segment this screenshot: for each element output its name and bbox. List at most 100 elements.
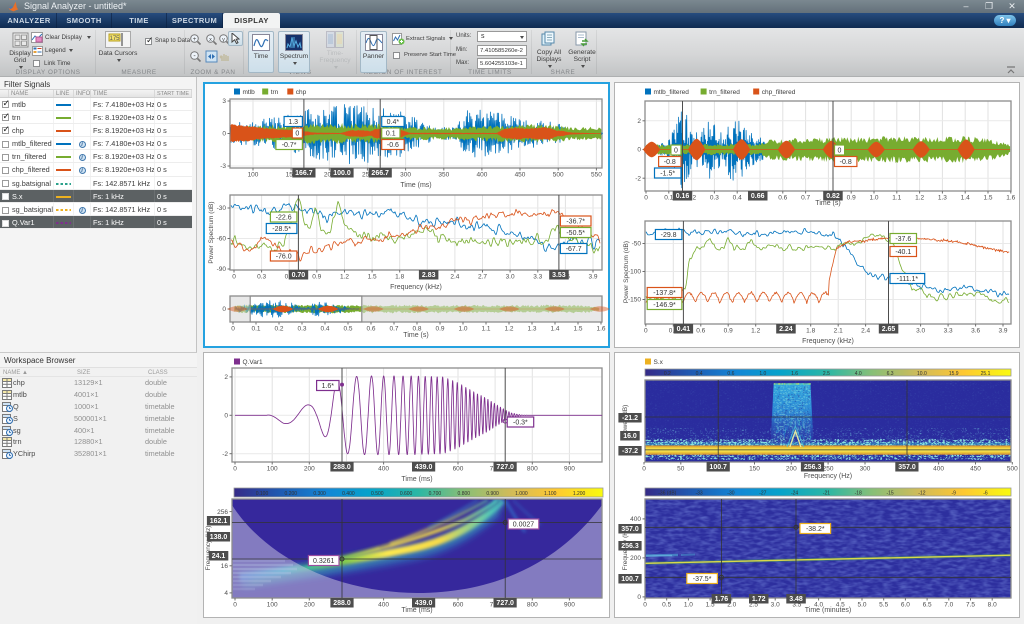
svg-text:0: 0 <box>644 195 648 202</box>
svg-text:256: 256 <box>217 509 228 516</box>
svg-text:0.41: 0.41 <box>677 326 691 333</box>
svg-text:1.3: 1.3 <box>938 195 947 202</box>
svg-text:138.0: 138.0 <box>210 534 228 541</box>
svg-text:0.6: 0.6 <box>696 328 705 335</box>
svg-text:0.5: 0.5 <box>662 602 671 609</box>
svg-text:8.0: 8.0 <box>988 602 997 609</box>
svg-text:Frequency (kHz): Frequency (kHz) <box>390 284 442 291</box>
svg-text:0: 0 <box>233 466 237 473</box>
svg-text:-2: -2 <box>635 175 641 182</box>
svg-text:1.4: 1.4 <box>550 326 559 333</box>
svg-text:0: 0 <box>674 147 678 154</box>
svg-text:1.5: 1.5 <box>983 195 992 202</box>
svg-text:-3: -3 <box>220 163 226 170</box>
svg-text:1.4: 1.4 <box>961 195 970 202</box>
svg-text:0.3: 0.3 <box>297 326 306 333</box>
svg-text:0.2: 0.2 <box>274 326 283 333</box>
svg-text:0.3: 0.3 <box>257 274 266 281</box>
svg-text:0.6: 0.6 <box>778 195 787 202</box>
svg-text:300: 300 <box>860 466 871 473</box>
svg-text:0: 0 <box>838 147 842 154</box>
svg-text:0: 0 <box>637 147 641 154</box>
svg-text:-29.8: -29.8 <box>661 232 677 239</box>
svg-text:Time (ms): Time (ms) <box>401 607 432 614</box>
svg-text:7.0: 7.0 <box>944 602 953 609</box>
svg-text:100: 100 <box>248 172 259 179</box>
svg-text:-18: -18 <box>855 491 862 497</box>
svg-text:mtlb_filtered: mtlb_filtered <box>654 89 690 96</box>
svg-text:-76.0: -76.0 <box>276 253 292 260</box>
svg-text:2.65: 2.65 <box>882 326 896 333</box>
svg-text:439.0: 439.0 <box>415 600 433 607</box>
svg-text:350: 350 <box>438 172 449 179</box>
svg-text:0: 0 <box>231 326 235 333</box>
svg-text:2.83: 2.83 <box>422 272 436 279</box>
svg-text:400: 400 <box>378 466 389 473</box>
svg-text:0: 0 <box>643 602 647 609</box>
svg-text:-33: -33 <box>695 491 702 497</box>
svg-text:1.1: 1.1 <box>892 195 901 202</box>
svg-text:256.3: 256.3 <box>621 543 639 550</box>
svg-text:-36.7*: -36.7* <box>566 218 585 225</box>
svg-text:-6: -6 <box>983 491 988 497</box>
svg-text:0.9: 0.9 <box>312 274 321 281</box>
svg-text:Q.Var1: Q.Var1 <box>243 359 263 366</box>
svg-text:-38.2*: -38.2* <box>806 526 825 533</box>
svg-text:0.9: 0.9 <box>847 195 856 202</box>
svg-text:200: 200 <box>304 602 315 609</box>
svg-text:6.0: 6.0 <box>901 602 910 609</box>
svg-text:2.4: 2.4 <box>450 274 459 281</box>
svg-text:0.900: 0.900 <box>486 491 499 497</box>
svg-text:3.6: 3.6 <box>971 328 980 335</box>
svg-text:3.9: 3.9 <box>998 328 1007 335</box>
svg-text:5.0: 5.0 <box>857 602 866 609</box>
svg-text:400: 400 <box>476 172 487 179</box>
svg-text:439.0: 439.0 <box>415 464 433 471</box>
svg-text:1.6: 1.6 <box>596 326 605 333</box>
svg-text:1.6*: 1.6* <box>322 383 335 390</box>
svg-text:-22.6: -22.6 <box>276 214 292 221</box>
svg-text:1.3: 1.3 <box>288 119 298 126</box>
svg-text:1.1: 1.1 <box>481 326 490 333</box>
svg-text:0.6: 0.6 <box>366 326 375 333</box>
svg-text:24.1: 24.1 <box>212 553 226 560</box>
svg-text:256.3: 256.3 <box>804 464 822 471</box>
svg-text:S.x: S.x <box>654 359 664 366</box>
svg-text:-9: -9 <box>951 491 956 497</box>
svg-text:1.200: 1.200 <box>573 491 586 497</box>
svg-text:0.1: 0.1 <box>664 195 673 202</box>
svg-text:1.8: 1.8 <box>395 274 404 281</box>
svg-text:150: 150 <box>749 466 760 473</box>
svg-text:1.000: 1.000 <box>515 491 528 497</box>
svg-text:-37.2: -37.2 <box>622 448 638 455</box>
svg-text:-0.8: -0.8 <box>664 159 676 166</box>
svg-text:trn: trn <box>271 89 279 96</box>
svg-text:16: 16 <box>221 563 229 570</box>
svg-text:25.1: 25.1 <box>981 371 991 377</box>
svg-text:0.4*: 0.4* <box>387 119 400 126</box>
svg-text:0.500: 0.500 <box>371 491 384 497</box>
svg-text:0.66: 0.66 <box>751 193 765 200</box>
svg-text:3.3: 3.3 <box>944 328 953 335</box>
svg-text:-36 (dB): -36 (dB) <box>658 491 676 497</box>
svg-text:Time (minutes): Time (minutes) <box>805 607 851 614</box>
svg-text:0: 0 <box>644 328 648 335</box>
svg-text:800: 800 <box>527 602 538 609</box>
svg-text:0.0027: 0.0027 <box>513 521 535 528</box>
svg-text:3.48: 3.48 <box>789 596 803 603</box>
svg-text:0.4: 0.4 <box>320 326 329 333</box>
svg-text:0.600: 0.600 <box>400 491 413 497</box>
svg-text:-0.3*: -0.3* <box>513 419 528 426</box>
svg-text:550: 550 <box>591 172 602 179</box>
svg-text:727.0: 727.0 <box>496 464 514 471</box>
svg-text:900: 900 <box>564 602 575 609</box>
svg-text:-21.2: -21.2 <box>622 415 638 422</box>
svg-text:-2: -2 <box>222 451 228 458</box>
svg-text:Power Spectrum (dB): Power Spectrum (dB) <box>208 201 215 263</box>
svg-text:800: 800 <box>527 466 538 473</box>
svg-text:-0.7*: -0.7* <box>282 142 297 149</box>
svg-text:300: 300 <box>400 172 411 179</box>
svg-text:600: 600 <box>453 602 464 609</box>
svg-text:3.9: 3.9 <box>588 274 597 281</box>
svg-text:3.0: 3.0 <box>506 274 515 281</box>
